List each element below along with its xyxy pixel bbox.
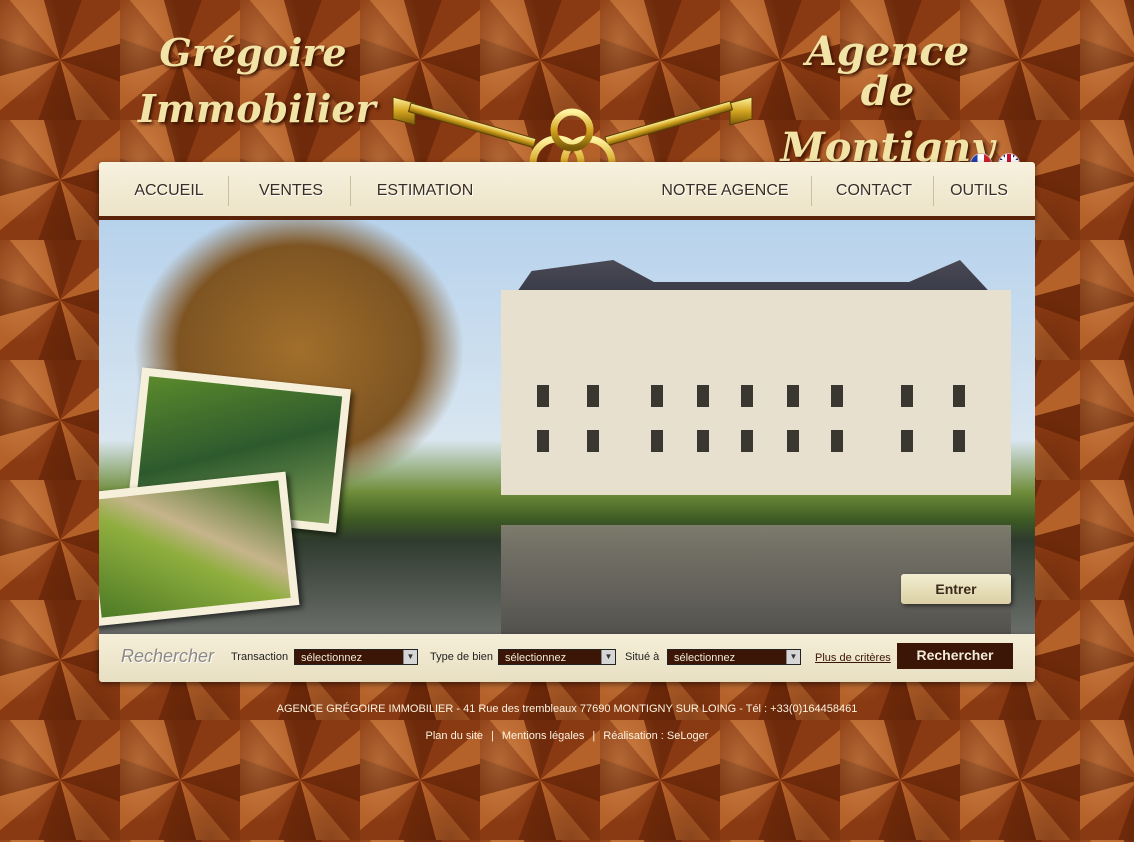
- nav-divider: [228, 176, 229, 206]
- transaction-select-value: sélectionnez: [301, 652, 363, 664]
- forest-path-photo: [99, 471, 300, 627]
- nav-notre-agence[interactable]: NOTRE AGENCE: [651, 162, 799, 216]
- search-bar: Rechercher Transaction sélectionnez ▼ Ty…: [99, 634, 1035, 682]
- hero-banner: Entrer: [99, 220, 1035, 634]
- nav-estimation[interactable]: ESTIMATION: [361, 162, 489, 216]
- location-label: Situé à: [625, 651, 660, 663]
- location-select-value: sélectionnez: [674, 652, 736, 664]
- property-type-select-value: sélectionnez: [505, 652, 567, 664]
- chevron-down-icon: ▼: [403, 650, 417, 664]
- castle-image: [501, 290, 1011, 495]
- agency-title-line1: Agence de: [805, 28, 970, 115]
- enter-button[interactable]: Entrer: [901, 574, 1011, 604]
- main-nav: ACCUEIL VENTES ESTIMATION NOTRE AGENCE C…: [99, 162, 1035, 220]
- transaction-label: Transaction: [231, 651, 289, 663]
- location-select[interactable]: sélectionnez ▼: [667, 649, 801, 665]
- footer-separator: |: [491, 730, 494, 742]
- brand-name-line2: Immobilier: [138, 86, 376, 131]
- nav-ventes[interactable]: VENTES: [239, 162, 343, 216]
- legal-notice-link[interactable]: Mentions légales: [502, 730, 585, 742]
- chevron-down-icon: ▼: [786, 650, 800, 664]
- search-button[interactable]: Rechercher: [897, 643, 1013, 669]
- nav-divider: [811, 176, 812, 206]
- sitemap-link[interactable]: Plan du site: [426, 730, 483, 742]
- nav-divider: [350, 176, 351, 206]
- nav-outils[interactable]: OUTILS: [939, 162, 1019, 216]
- nav-divider: [933, 176, 934, 206]
- brand-logo-left[interactable]: Grégoire Immobilier: [138, 30, 376, 131]
- property-type-label: Type de bien: [430, 651, 493, 663]
- footer-separator: |: [592, 730, 596, 742]
- chevron-down-icon: ▼: [601, 650, 615, 664]
- credits-link[interactable]: Réalisation : SeLoger: [603, 730, 708, 742]
- footer-links: Plan du site | Mentions légales | Réalisatio…: [0, 730, 1134, 742]
- search-title: Rechercher: [121, 646, 215, 666]
- nav-contact[interactable]: CONTACT: [823, 162, 925, 216]
- nav-accueil[interactable]: ACCUEIL: [121, 162, 217, 216]
- brand-name-line1: Grégoire: [159, 30, 347, 75]
- footer-address: AGENCE GRÉGOIRE IMMOBILIER - 41 Rue des …: [276, 703, 858, 715]
- agency-title: Agence de Montigny: [780, 32, 995, 168]
- transaction-select[interactable]: sélectionnez ▼: [294, 649, 418, 665]
- property-type-select[interactable]: sélectionnez ▼: [498, 649, 616, 665]
- more-criteria-link[interactable]: Plus de critères: [815, 652, 891, 664]
